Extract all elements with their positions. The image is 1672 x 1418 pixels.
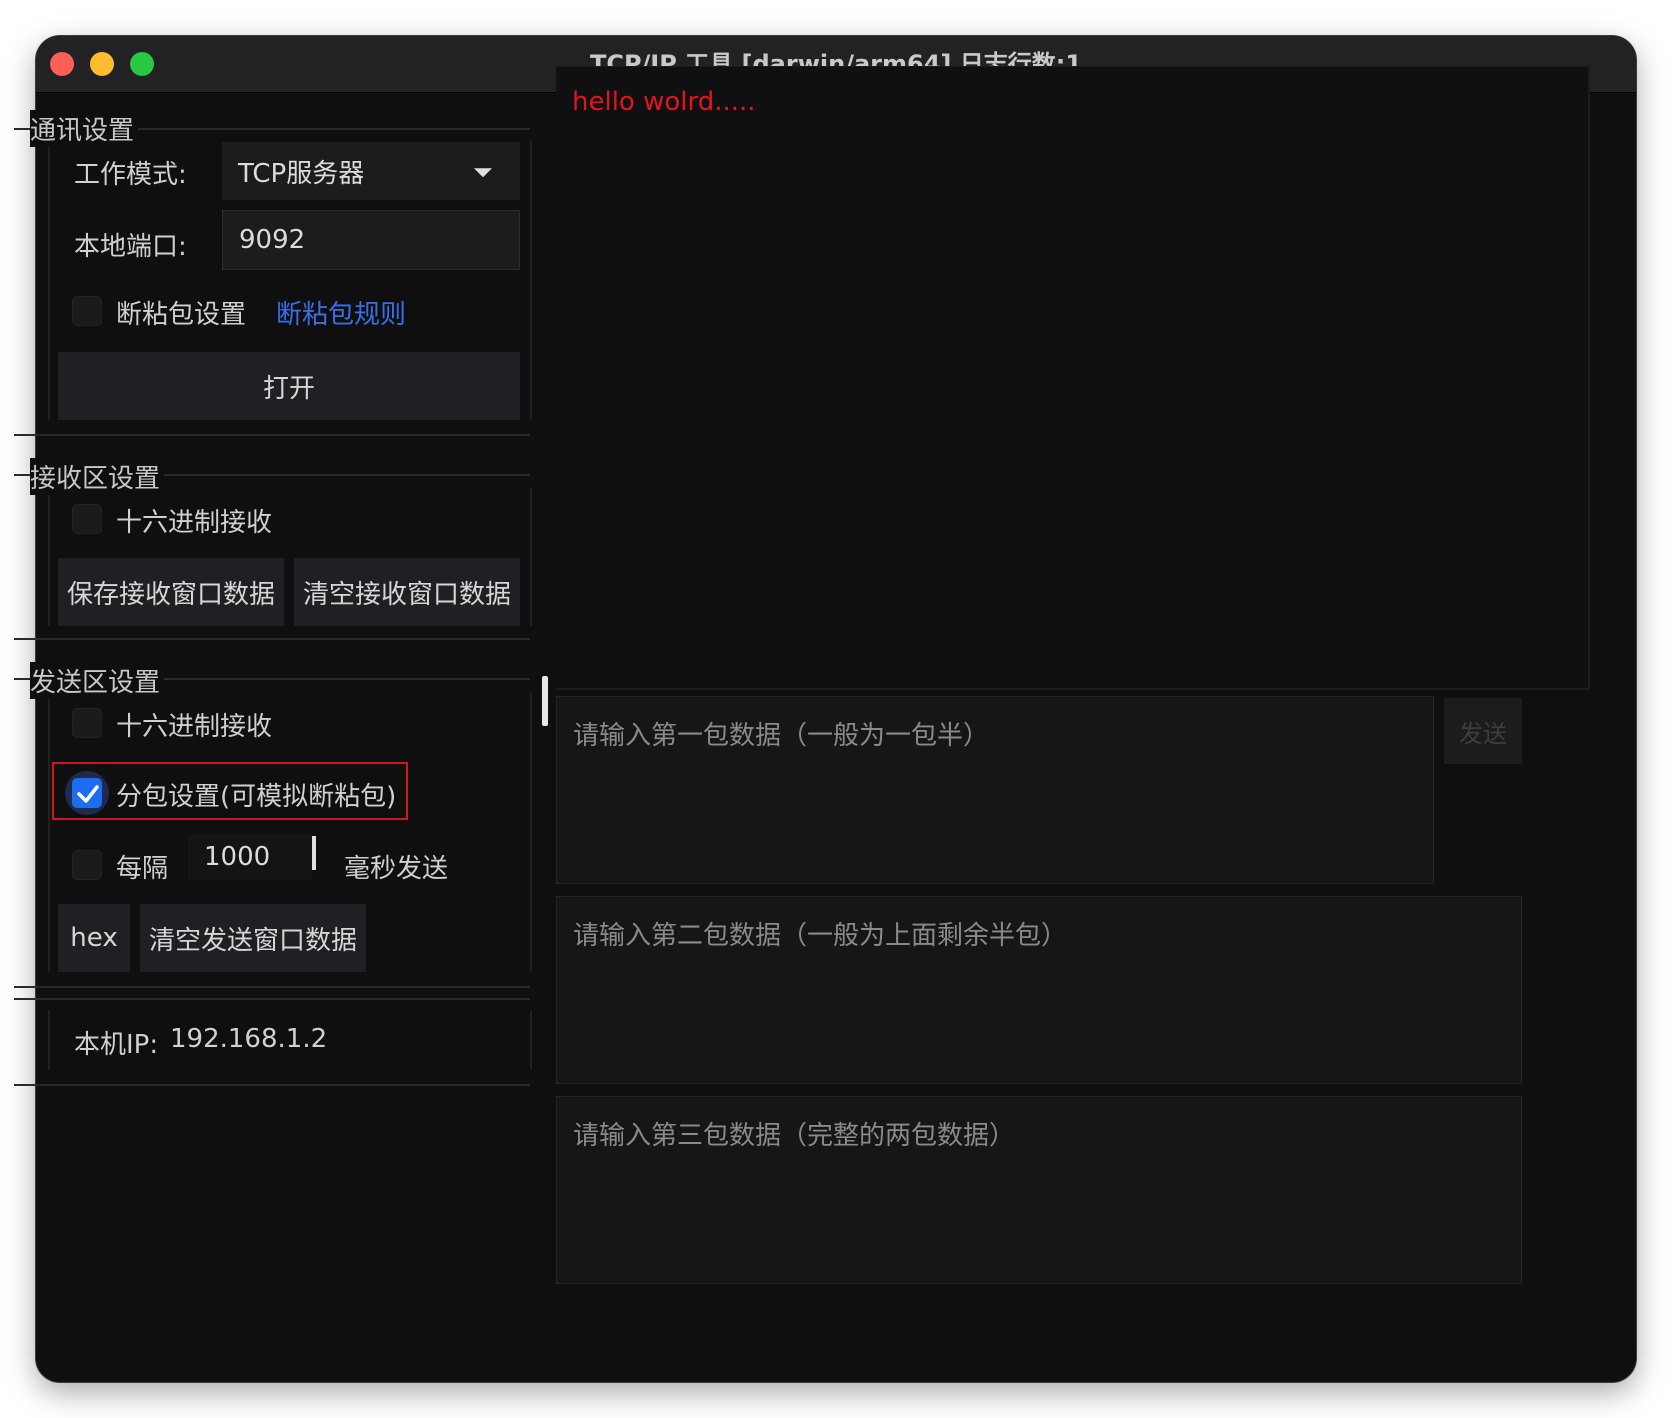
open-button[interactable]: 打开 bbox=[58, 352, 520, 420]
save-receive-data-button[interactable]: 保存接收窗口数据 bbox=[58, 558, 284, 626]
send-button[interactable]: 发送 bbox=[1444, 698, 1522, 764]
local-port-label: 本地端口: bbox=[74, 232, 187, 262]
split-settings-label: 断粘包设置 bbox=[116, 300, 247, 330]
hex-button[interactable]: hex bbox=[58, 904, 130, 972]
interval-suffix-label: 毫秒发送 bbox=[344, 854, 449, 884]
divider bbox=[530, 488, 532, 626]
local-ip-label: 本机IP: bbox=[74, 1030, 159, 1060]
divider bbox=[530, 1010, 532, 1070]
local-port-input[interactable]: 9092 bbox=[222, 210, 520, 270]
divider bbox=[48, 488, 50, 626]
chevron-down-icon bbox=[474, 168, 492, 178]
divider bbox=[48, 692, 50, 972]
first-packet-input[interactable] bbox=[557, 697, 1433, 883]
work-mode-label: 工作模式: bbox=[74, 160, 187, 190]
send-hex-checkbox[interactable] bbox=[72, 708, 102, 738]
receive-log-area[interactable]: hello wolrd..... bbox=[556, 66, 1590, 690]
split-settings-checkbox[interactable] bbox=[72, 296, 102, 326]
interval-value: 1000 bbox=[204, 842, 271, 872]
interval-send-checkbox[interactable] bbox=[72, 850, 102, 880]
clear-receive-data-button[interactable]: 清空接收窗口数据 bbox=[294, 558, 520, 626]
send-hex-label: 十六进制接收 bbox=[116, 712, 273, 742]
split-rules-link[interactable]: 断粘包规则 bbox=[276, 294, 406, 331]
divider bbox=[48, 1010, 50, 1070]
packet-settings-label: 分包设置(可模拟断粘包) bbox=[116, 782, 397, 812]
work-mode-select[interactable]: TCP服务器 bbox=[222, 142, 520, 200]
interval-input[interactable]: 1000 bbox=[188, 834, 312, 880]
work-mode-value: TCP服务器 bbox=[238, 158, 365, 189]
clear-send-data-button[interactable]: 清空发送窗口数据 bbox=[140, 904, 366, 972]
first-packet-box bbox=[556, 696, 1434, 884]
log-line: hello wolrd..... bbox=[572, 87, 756, 117]
comm-settings-title: 通讯设置 bbox=[30, 110, 139, 147]
second-packet-input[interactable] bbox=[557, 897, 1521, 1083]
checkmark-icon bbox=[77, 785, 99, 803]
send-settings-title: 发送区设置 bbox=[30, 662, 165, 699]
panel-splitter-handle[interactable] bbox=[542, 676, 548, 726]
divider bbox=[530, 692, 532, 972]
input-cursor bbox=[312, 836, 316, 870]
local-ip-value: 192.168.1.2 bbox=[170, 1024, 328, 1054]
receive-hex-checkbox[interactable] bbox=[72, 504, 102, 534]
divider bbox=[48, 140, 50, 420]
local-port-value: 9092 bbox=[239, 225, 306, 255]
third-packet-input[interactable] bbox=[557, 1097, 1521, 1283]
packet-settings-checkbox[interactable] bbox=[72, 778, 102, 808]
receive-hex-label: 十六进制接收 bbox=[116, 508, 273, 538]
receive-settings-title: 接收区设置 bbox=[30, 458, 165, 495]
second-packet-box bbox=[556, 896, 1522, 1084]
interval-prefix-label: 每隔 bbox=[116, 854, 169, 884]
third-packet-box bbox=[556, 1096, 1522, 1284]
divider bbox=[530, 140, 532, 420]
